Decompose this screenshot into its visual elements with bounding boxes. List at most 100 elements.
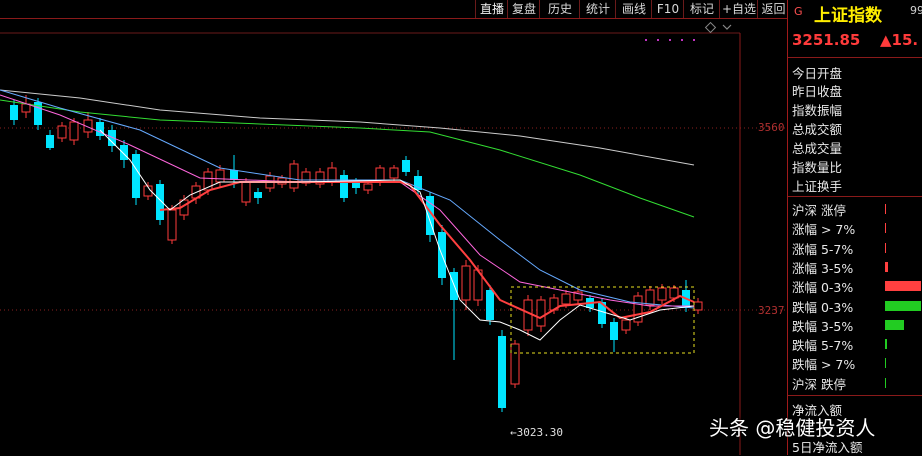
stat-prev-close: 昨日收盘 [792, 84, 843, 99]
candle-body [57, 125, 67, 139]
candle [57, 122, 67, 142]
breadth-label: 跌幅 0-3% [792, 299, 854, 315]
index-name[interactable]: 上证指数 [814, 1, 882, 26]
candle-body [486, 290, 494, 320]
breadth-bar [885, 300, 921, 311]
candle-body [289, 163, 299, 189]
candle-body [461, 265, 471, 301]
breadth-label: 涨幅 0-3% [792, 280, 854, 296]
breadth-bar [885, 281, 921, 292]
stat-open: 今日开盘 [792, 66, 843, 81]
candle-body [621, 319, 631, 331]
candle-body [389, 167, 399, 179]
watermark: 头条 @稳健投资人 [709, 416, 876, 440]
candle [389, 165, 399, 182]
breadth-label: 涨幅 3-5% [792, 260, 854, 276]
candle-body [363, 183, 373, 191]
breadth-label: 涨幅 5-7% [792, 241, 854, 257]
quote-panel: G 上证指数 99 3251.85 ▲15. 今日开盘 昨日收盘 指数振幅 总成… [788, 0, 922, 455]
candle-body [402, 160, 410, 172]
candle [402, 156, 410, 176]
breadth-label: 沪深 跌停 [792, 376, 846, 392]
candle-body [561, 293, 571, 305]
candlesticks [10, 95, 703, 412]
min-price-label: ←3023.30 [510, 426, 563, 439]
breadth-label: 跌幅 > 7% [792, 357, 856, 373]
candle [132, 150, 140, 205]
candle [693, 298, 703, 314]
candle [10, 100, 18, 125]
candle-body [69, 121, 79, 141]
candle [289, 160, 299, 192]
kline-chart[interactable] [0, 0, 788, 455]
diamond-icon [704, 21, 717, 34]
chevron-down-icon [722, 24, 732, 30]
candle-body [241, 181, 251, 203]
index-change: ▲15. [880, 31, 919, 49]
candle-body [215, 169, 225, 183]
breadth-bar [885, 377, 886, 388]
candle [536, 296, 546, 332]
breadth-bar [885, 339, 887, 350]
candle [633, 292, 643, 326]
breadth-bar [885, 261, 888, 272]
candle [301, 168, 311, 186]
candle-body [96, 122, 104, 136]
candle [46, 130, 54, 150]
breadth-bar [885, 242, 886, 253]
candle-body [156, 184, 164, 220]
stat-amplitude: 指数振幅 [792, 103, 843, 118]
candle [498, 330, 506, 412]
candle-body [610, 322, 618, 340]
ma20-line [0, 94, 694, 307]
candle-body [536, 299, 546, 327]
candle [96, 118, 104, 140]
candle-body [21, 103, 31, 113]
candle-body [46, 135, 54, 148]
candle-body [167, 209, 177, 241]
candle [254, 188, 262, 204]
candle-body [375, 167, 385, 181]
candle-body [498, 336, 506, 408]
price-label-3560: 3560 [758, 121, 785, 134]
dots-indicator [645, 39, 695, 41]
candle [610, 318, 618, 352]
index-code: 99 [910, 4, 922, 17]
ma30-line [0, 89, 695, 309]
stat-turnover-amount: 总成交额 [792, 122, 843, 137]
stat-volume: 总成交量 [792, 141, 843, 156]
candle [340, 170, 348, 202]
candle [34, 98, 42, 130]
candle-body [645, 289, 655, 306]
candle-body [120, 145, 128, 160]
price-label-3237: 3237 [758, 304, 785, 317]
candle-body [523, 299, 533, 331]
breadth-bar [885, 223, 886, 234]
candle-body [10, 105, 18, 120]
candle-body [132, 154, 140, 198]
breadth-label: 跌幅 5-7% [792, 338, 854, 354]
candle-body [510, 343, 520, 385]
stat-turnover-rate: 上证换手 [792, 179, 843, 194]
candle-body [340, 175, 348, 198]
group-badge: G [794, 5, 803, 18]
index-price: 3251.85 [792, 31, 861, 49]
breadth-bar [885, 204, 886, 214]
quote-header: G 上证指数 99 3251.85 ▲15. [788, 0, 922, 58]
breadth-label: 沪深 涨停 [792, 203, 846, 218]
candle-body [693, 301, 703, 311]
candle [315, 168, 325, 188]
ma60-line [0, 99, 695, 218]
candle [167, 205, 177, 244]
breadth-label: 跌幅 3-5% [792, 318, 854, 334]
breadth-bar [885, 358, 886, 369]
candle-body [669, 287, 679, 299]
stat-volume-ratio: 指数量比 [792, 160, 843, 175]
candle-body [230, 170, 238, 180]
candle [450, 268, 458, 360]
candle [510, 340, 520, 388]
breadth-bar [885, 319, 904, 330]
candle [523, 295, 533, 336]
candle-body [254, 192, 262, 198]
breadth-label: 涨幅 > 7% [792, 222, 856, 238]
